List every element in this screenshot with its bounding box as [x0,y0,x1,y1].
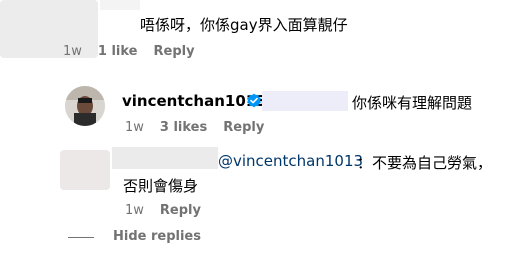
redacted-username [100,0,140,10]
avatar[interactable] [65,86,105,126]
hide-replies-divider [68,237,94,238]
comment-meta: 1w 3 likes Reply [125,120,264,135]
reply-button[interactable]: Reply [154,44,195,59]
comment-text-line1: ：不要為自己勞氣， [357,154,493,172]
comment-meta: 1w Reply [125,203,201,218]
avatar-redacted [60,150,110,190]
comment-text: 你係咪有理解問題 [352,94,473,112]
comment-mention-link[interactable]: @vincentchan1013 [218,152,363,170]
comment-time: 1w [125,120,144,135]
comment-meta: 1w 1 like Reply [63,44,195,59]
likes-count[interactable]: 3 likes [160,120,207,135]
hide-replies-button[interactable]: Hide replies [113,229,201,244]
comment-text-line2: 否則會傷身 [123,177,199,195]
redacted-username [112,147,218,169]
likes-count[interactable]: 1 like [98,44,138,59]
reply-button[interactable]: Reply [160,203,201,218]
comment-username[interactable]: vincentchan1013 [122,92,267,110]
comment-text: 唔係呀，你係gay界入面算靚仔 [140,16,348,34]
comment-time: 1w [63,44,82,59]
reply-button[interactable]: Reply [223,120,264,135]
comment-time: 1w [125,203,144,218]
redacted-mention [262,91,348,111]
verified-badge-icon [247,93,261,108]
